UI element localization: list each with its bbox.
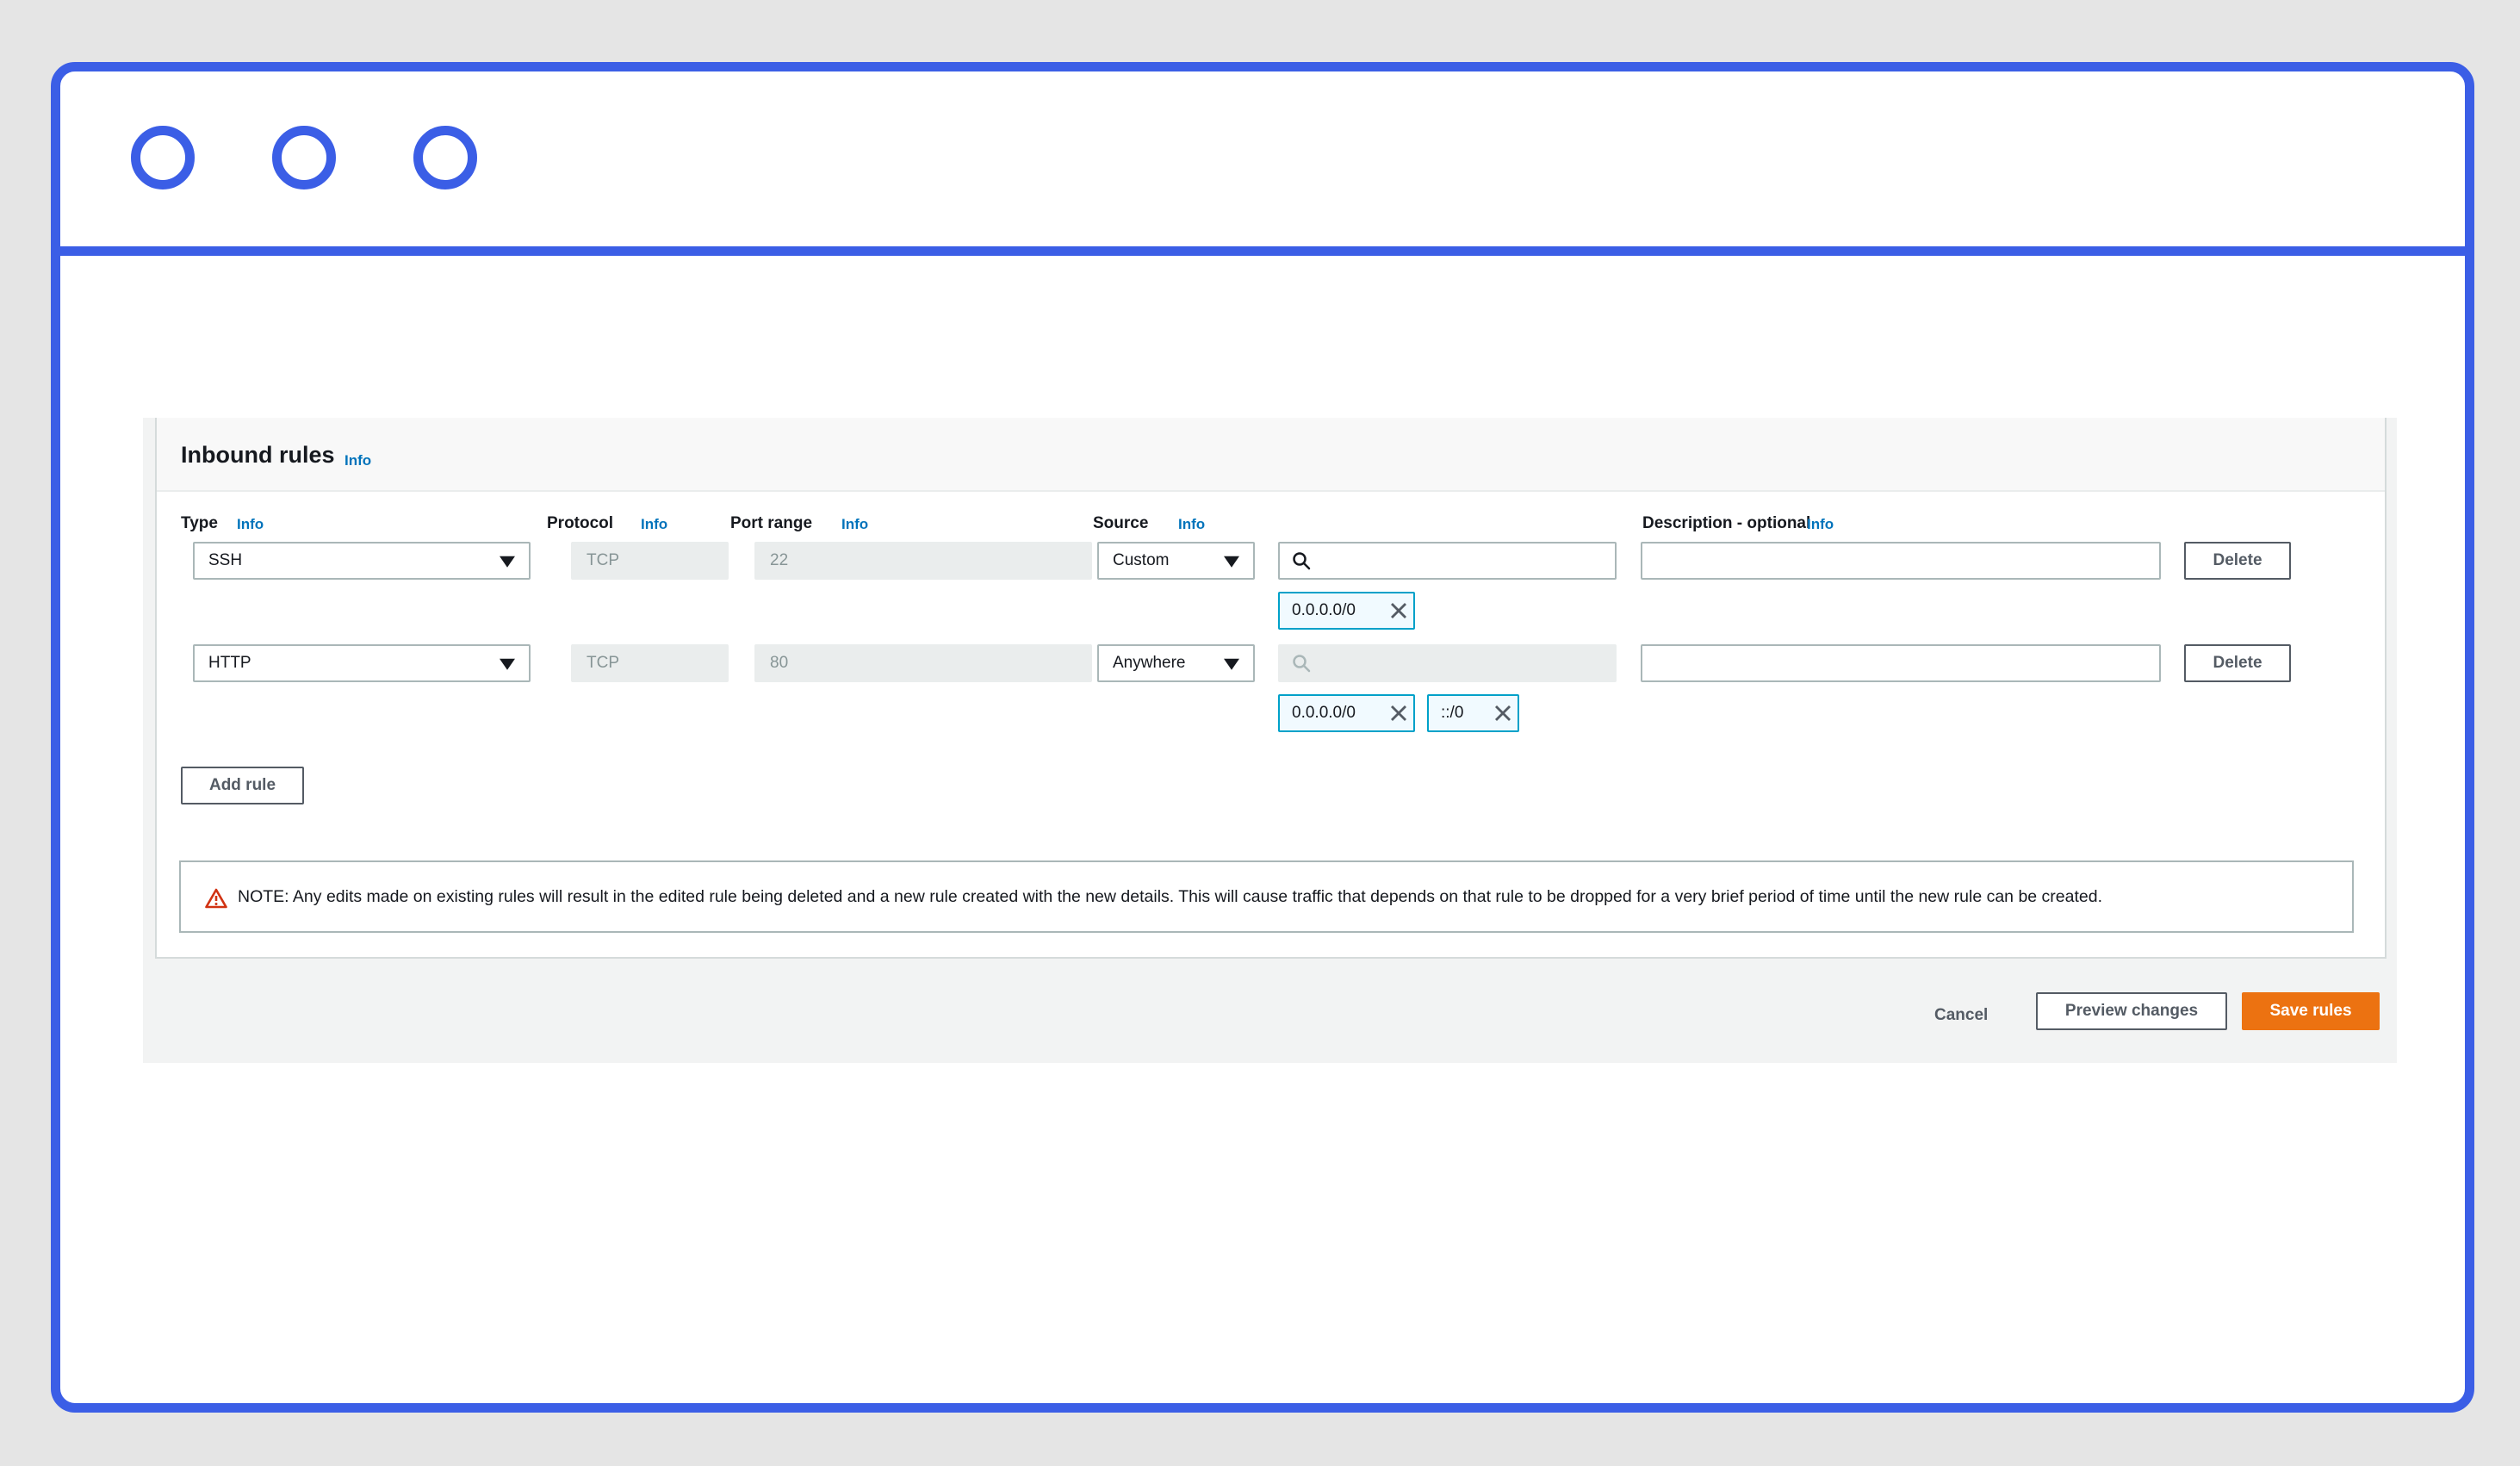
chevron-down-icon	[1224, 658, 1239, 670]
source-select-value: Anywhere	[1113, 654, 1186, 672]
chevron-down-icon	[500, 658, 515, 670]
cidr-search-input	[1278, 644, 1617, 682]
type-select-value: SSH	[208, 551, 243, 569]
window-control-circle-icon[interactable]	[413, 126, 477, 189]
delete-rule-button[interactable]: Delete	[2184, 644, 2291, 682]
column-protocol-info-link[interactable]: Info	[641, 516, 667, 533]
close-icon[interactable]	[1386, 598, 1412, 624]
column-description-label: Description - optional	[1642, 514, 1811, 532]
chevron-down-icon	[1224, 556, 1239, 568]
type-select-value: HTTP	[208, 654, 251, 672]
column-type-label: Type	[181, 514, 218, 532]
save-rules-button[interactable]: Save rules	[2242, 992, 2380, 1030]
column-source-label: Source	[1093, 514, 1149, 532]
source-select[interactable]: Custom	[1097, 542, 1255, 580]
section-title: Inbound rules	[181, 442, 335, 468]
cidr-token-label: 0.0.0.0/0	[1292, 601, 1356, 619]
protocol-value: TCP	[587, 551, 619, 569]
description-input[interactable]	[1641, 542, 2161, 580]
port-range-field: 22	[754, 542, 1092, 580]
window-titlebar	[60, 71, 2465, 256]
column-type-info-link[interactable]: Info	[237, 516, 264, 533]
window-control-circle-icon[interactable]	[272, 126, 336, 189]
card-header: Inbound rules Info	[157, 418, 2385, 492]
preview-changes-button[interactable]: Preview changes	[2036, 992, 2227, 1030]
type-select[interactable]: HTTP	[193, 644, 531, 682]
cidr-token: 0.0.0.0/0	[1278, 592, 1415, 630]
description-input[interactable]	[1641, 644, 2161, 682]
close-icon[interactable]	[1386, 700, 1412, 726]
cidr-token-label: ::/0	[1441, 704, 1464, 722]
port-range-value: 22	[770, 551, 789, 569]
column-source-info-link[interactable]: Info	[1178, 516, 1205, 533]
source-select[interactable]: Anywhere	[1097, 644, 1255, 682]
window-control-circle-icon[interactable]	[131, 126, 195, 189]
port-range-field: 80	[754, 644, 1092, 682]
edit-warning-text: NOTE: Any edits made on existing rules w…	[238, 887, 2103, 906]
type-select[interactable]: SSH	[193, 542, 531, 580]
chevron-down-icon	[500, 556, 515, 568]
edit-warning-alert: NOTE: Any edits made on existing rules w…	[179, 860, 2354, 933]
protocol-field: TCP	[571, 644, 729, 682]
delete-rule-button[interactable]: Delete	[2184, 542, 2291, 580]
protocol-value: TCP	[587, 654, 619, 672]
port-range-value: 80	[770, 654, 789, 672]
cidr-token-label: 0.0.0.0/0	[1292, 704, 1356, 722]
add-rule-button[interactable]: Add rule	[181, 767, 304, 804]
section-info-link[interactable]: Info	[344, 452, 371, 469]
search-icon	[1293, 655, 1311, 673]
column-port-range-label: Port range	[730, 514, 813, 532]
column-protocol-label: Protocol	[547, 514, 614, 532]
cidr-token: 0.0.0.0/0	[1278, 694, 1415, 732]
browser-window: Inbound rules Info Type Info Protocol In…	[51, 62, 2474, 1413]
cancel-button[interactable]: Cancel	[1934, 1006, 1988, 1025]
search-icon	[1293, 552, 1311, 570]
cidr-search-input[interactable]	[1278, 542, 1617, 580]
protocol-field: TCP	[571, 542, 729, 580]
column-port-range-info-link[interactable]: Info	[841, 516, 868, 533]
warning-icon	[205, 888, 227, 909]
close-icon[interactable]	[1490, 700, 1516, 726]
source-select-value: Custom	[1113, 551, 1170, 569]
cidr-token: ::/0	[1427, 694, 1519, 732]
column-description-info-link[interactable]: Info	[1807, 516, 1834, 533]
